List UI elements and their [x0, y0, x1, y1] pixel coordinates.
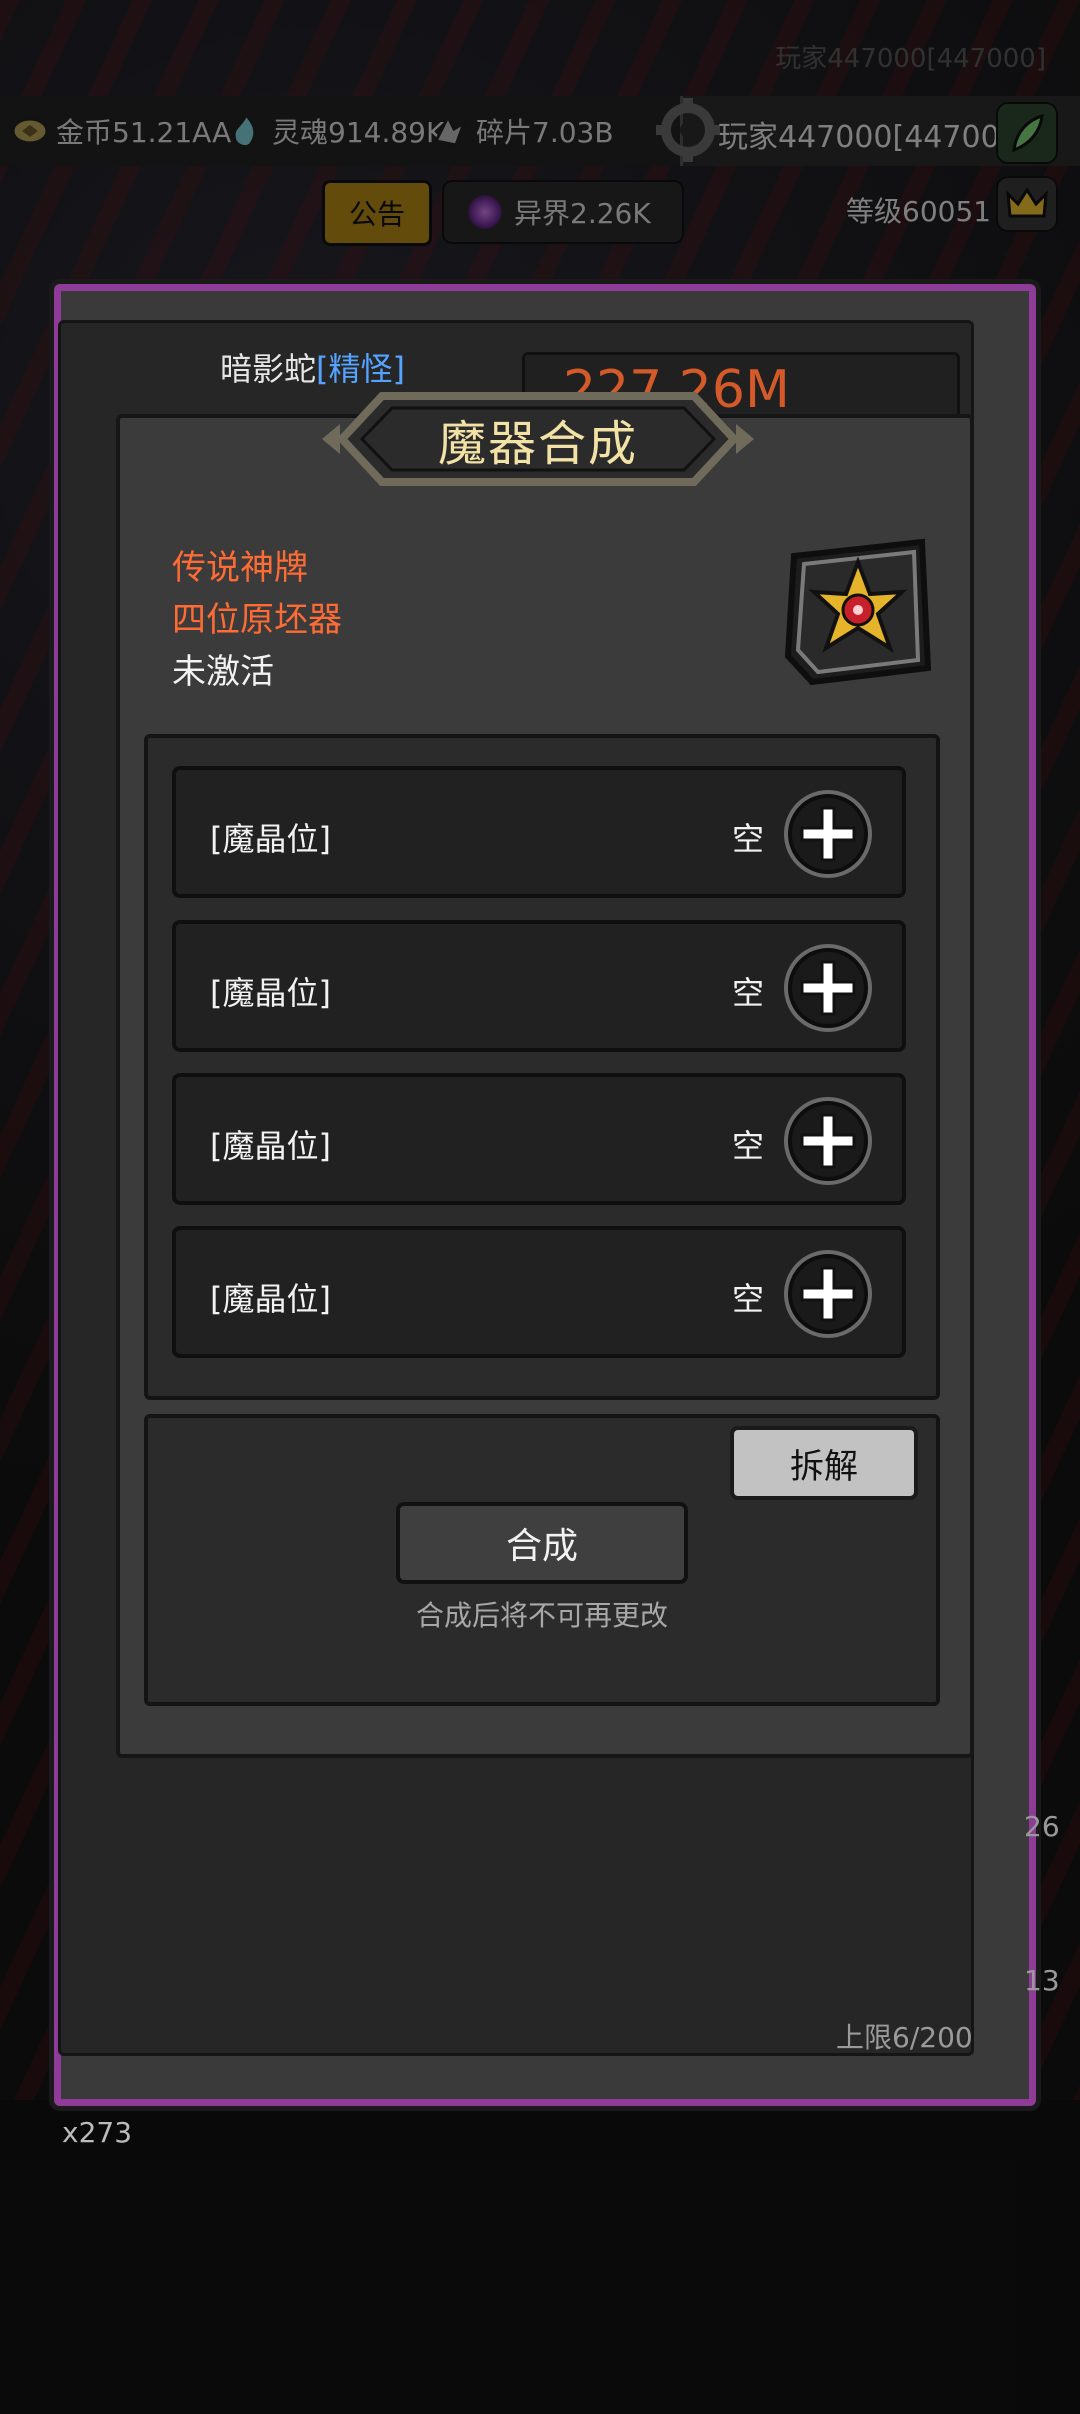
- slot-label: [魔晶位]: [210, 1127, 331, 1165]
- add-crystal-button[interactable]: [784, 790, 872, 878]
- storage-limit: 上限6/200: [836, 2021, 973, 2054]
- plus-icon: [800, 806, 856, 862]
- artifact-emblem-icon[interactable]: [782, 536, 934, 688]
- crystal-slot-2[interactable]: [魔晶位] 空: [172, 920, 906, 1052]
- slot-state: 空: [732, 1127, 765, 1165]
- synthesize-hint: 合成后将不可再更改: [415, 1599, 668, 1632]
- dialog-title: 魔器合成: [437, 416, 638, 472]
- add-crystal-button[interactable]: [784, 1097, 872, 1185]
- slot-state: 空: [732, 820, 765, 858]
- slot-state: 空: [732, 1280, 765, 1318]
- inventory-count: x273: [62, 2116, 133, 2149]
- crystal-slot-3[interactable]: [魔晶位] 空: [172, 1073, 906, 1205]
- monster-name: 暗影蛇[精怪]: [220, 344, 405, 390]
- crystal-slot-4[interactable]: [魔晶位] 空: [172, 1226, 906, 1358]
- synthesize-button[interactable]: 合成: [396, 1502, 688, 1584]
- side-count-2: 13: [1024, 1964, 1060, 1997]
- add-crystal-button[interactable]: [784, 1250, 872, 1338]
- plus-icon: [800, 1266, 856, 1322]
- slot-label: [魔晶位]: [210, 1280, 331, 1318]
- item-name: 四位原坯器: [172, 600, 342, 640]
- plus-icon: [800, 1113, 856, 1169]
- side-count-1: 26: [1024, 1810, 1060, 1843]
- item-status: 未激活: [172, 652, 274, 692]
- monster-name-text: 暗影蛇: [220, 350, 317, 388]
- monster-tag: [精怪]: [316, 350, 405, 388]
- add-crystal-button[interactable]: [784, 944, 872, 1032]
- crystal-slot-1[interactable]: [魔晶位] 空: [172, 766, 906, 898]
- item-rarity: 传说神牌: [172, 548, 308, 588]
- slot-label: [魔晶位]: [210, 974, 331, 1012]
- slot-state: 空: [732, 974, 765, 1012]
- decompose-button[interactable]: 拆解: [730, 1426, 918, 1500]
- slot-label: [魔晶位]: [210, 820, 331, 858]
- plus-icon: [800, 960, 856, 1016]
